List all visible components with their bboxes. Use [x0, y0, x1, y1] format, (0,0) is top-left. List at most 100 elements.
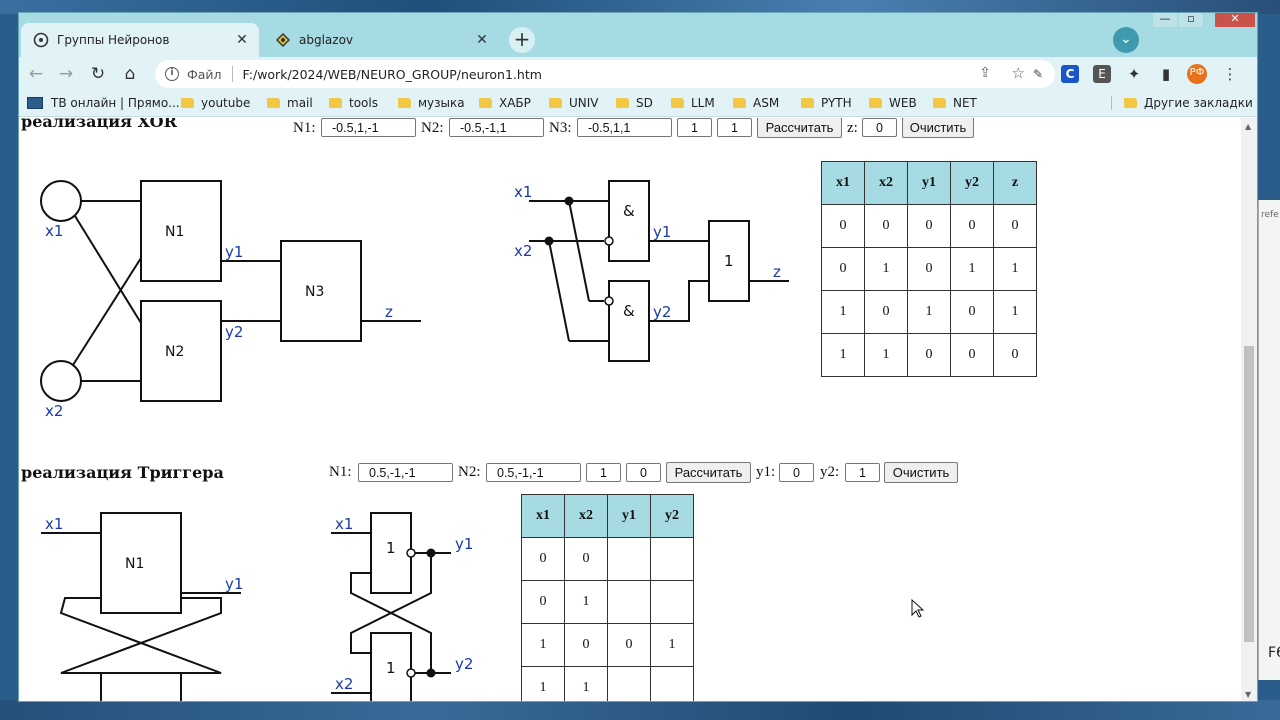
label-y1: y1 — [225, 243, 243, 261]
trigger-clear-button[interactable]: Очистить — [884, 462, 958, 483]
table-header-row: x1 x2 y1 y2 — [521, 494, 694, 538]
xor-n1-input[interactable] — [321, 118, 416, 137]
table-cell: 0 — [564, 537, 608, 581]
page-scrollbar[interactable]: ▲ ▼ — [1241, 118, 1257, 701]
scrollbar-thumb[interactable] — [1244, 346, 1254, 642]
window-close-icon[interactable]: ✕ — [1215, 13, 1255, 27]
bookmark-folder[interactable]: LLM — [671, 96, 715, 110]
label-x2: x2 — [45, 402, 63, 420]
table-cell: 1 — [564, 666, 608, 701]
page-content: реализация XOR N1: N2: N3: Рассчитать z:… — [19, 118, 1241, 701]
table-cell: 0 — [864, 290, 908, 334]
bookmark-folder[interactable]: UNIV — [549, 96, 599, 110]
bookmark-folder[interactable]: музыка — [398, 96, 465, 110]
bookmark-folder[interactable]: youtube — [181, 96, 250, 110]
extension-e-icon[interactable]: E — [1093, 65, 1111, 83]
minimize-icon[interactable]: — — [1153, 13, 1177, 27]
bookmark-star-icon[interactable]: ☆ — [1012, 64, 1025, 82]
tab-abglazov[interactable]: abglazov ✕ — [263, 23, 499, 57]
xor-calculate-button[interactable]: Рассчитать — [757, 118, 842, 138]
scroll-down-icon[interactable]: ▼ — [1245, 690, 1251, 699]
column-header: x2 — [564, 494, 608, 538]
extension-c-icon[interactable]: С — [1061, 65, 1079, 83]
url-text[interactable]: F:/work/2024/WEB/NEURO_GROUP/neuron1.htm — [243, 67, 542, 82]
tab-search-chevron-icon[interactable]: ⌄ — [1113, 27, 1139, 53]
folder-icon — [933, 98, 946, 108]
browser-window: Группы Нейронов ✕ abglazov ✕ + ⌄ — ▫ ✕ ←… — [18, 12, 1258, 702]
xor-x2-input[interactable] — [717, 118, 752, 137]
and-gate-2 — [608, 280, 650, 362]
label-n3: N3 — [305, 284, 324, 300]
trigger-x1-input[interactable] — [586, 463, 621, 482]
table-cell: 1 — [521, 623, 565, 667]
bookmark-folder[interactable]: SD — [616, 96, 653, 110]
label-y2: y2 — [225, 323, 243, 341]
bookmark-folder[interactable]: mail — [267, 96, 313, 110]
table-cell: 0 — [950, 204, 994, 248]
bookmark-folder[interactable]: WEB — [869, 96, 917, 110]
trigger-y1-input[interactable] — [779, 463, 814, 482]
table-cell: 1 — [821, 333, 865, 377]
extension-tool-icon[interactable]: ✎ — [1029, 65, 1047, 83]
bookmark-folder[interactable]: NET — [933, 96, 977, 110]
nor-gate-2-symbol: 1 — [386, 659, 396, 677]
bookmark-tv[interactable]: ТВ онлайн | Прямо... — [27, 96, 180, 110]
trigger-x2-input[interactable] — [626, 463, 661, 482]
tab-bar: Группы Нейронов ✕ abglazov ✕ + ⌄ — ▫ ✕ — [19, 13, 1257, 57]
menu-dots-icon[interactable]: ⋮ — [1221, 65, 1239, 83]
xor-n2-input[interactable] — [449, 118, 544, 137]
profile-avatar[interactable]: РФ — [1187, 64, 1207, 84]
folder-icon — [869, 98, 882, 108]
bookmark-folder[interactable]: tools — [329, 96, 378, 110]
trigger-y2-input[interactable] — [845, 463, 880, 482]
table-cell: 1 — [950, 247, 994, 291]
trigger-n1-input[interactable] — [358, 463, 453, 482]
scroll-up-icon[interactable]: ▲ — [1245, 122, 1251, 131]
folder-icon — [398, 98, 411, 108]
bookmark-folder[interactable]: PYTH — [801, 96, 852, 110]
trigger-label-x1: x1 — [45, 515, 63, 533]
table-row: 01 — [521, 580, 694, 624]
label-z: z — [385, 303, 393, 321]
address-bar[interactable]: i Файл F:/work/2024/WEB/NEURO_GROUP/neur… — [155, 60, 1055, 88]
xor-clear-button[interactable]: Очистить — [902, 118, 974, 138]
folder-icon — [671, 98, 684, 108]
xor-z-label: z: — [847, 120, 858, 136]
folder-icon — [549, 98, 562, 108]
table-cell — [650, 666, 694, 701]
xor-n3-input[interactable] — [577, 118, 672, 137]
table-row: 00 — [521, 537, 694, 581]
table-cell: 0 — [521, 580, 565, 624]
bookmark-folder[interactable]: ХАБР — [479, 96, 531, 110]
table-cell — [650, 537, 694, 581]
reload-icon[interactable]: ↻ — [85, 62, 111, 86]
share-icon[interactable]: ⇪ — [979, 65, 991, 81]
xor-x1-input[interactable] — [677, 118, 712, 137]
close-tab-icon[interactable]: ✕ — [233, 31, 251, 49]
tab-neuron-groups[interactable]: Группы Нейронов ✕ — [21, 23, 259, 57]
table-cell: 0 — [950, 333, 994, 377]
trigger-n2-input[interactable] — [486, 463, 581, 482]
column-header: y1 — [907, 161, 951, 205]
table-row: 10101 — [821, 290, 1037, 334]
trigger-label-n1: N1 — [125, 556, 144, 572]
side-panel-icon[interactable]: ▮ — [1157, 65, 1175, 83]
back-arrow-icon[interactable]: ← — [23, 62, 49, 86]
column-header: x1 — [821, 161, 865, 205]
home-icon[interactable]: ⌂ — [117, 62, 143, 86]
forward-arrow-icon[interactable]: → — [53, 62, 79, 86]
or-gate-symbol: 1 — [724, 252, 734, 270]
bookmark-folder[interactable]: ASM — [733, 96, 779, 110]
column-header: y1 — [607, 494, 651, 538]
extensions-puzzle-icon[interactable]: ✦ — [1125, 65, 1143, 83]
new-tab-plus-icon[interactable]: + — [509, 27, 535, 53]
close-tab-icon[interactable]: ✕ — [473, 31, 491, 49]
table-cell: 1 — [650, 623, 694, 667]
other-bookmarks[interactable]: Другие закладки — [1111, 96, 1253, 110]
trigger-calculate-button[interactable]: Рассчитать — [666, 462, 751, 483]
column-header: z — [993, 161, 1037, 205]
and-gate-1 — [608, 180, 650, 262]
maximize-icon[interactable]: ▫ — [1179, 13, 1203, 27]
xor-z-input[interactable] — [862, 118, 897, 137]
site-info-icon[interactable]: i — [165, 67, 179, 81]
